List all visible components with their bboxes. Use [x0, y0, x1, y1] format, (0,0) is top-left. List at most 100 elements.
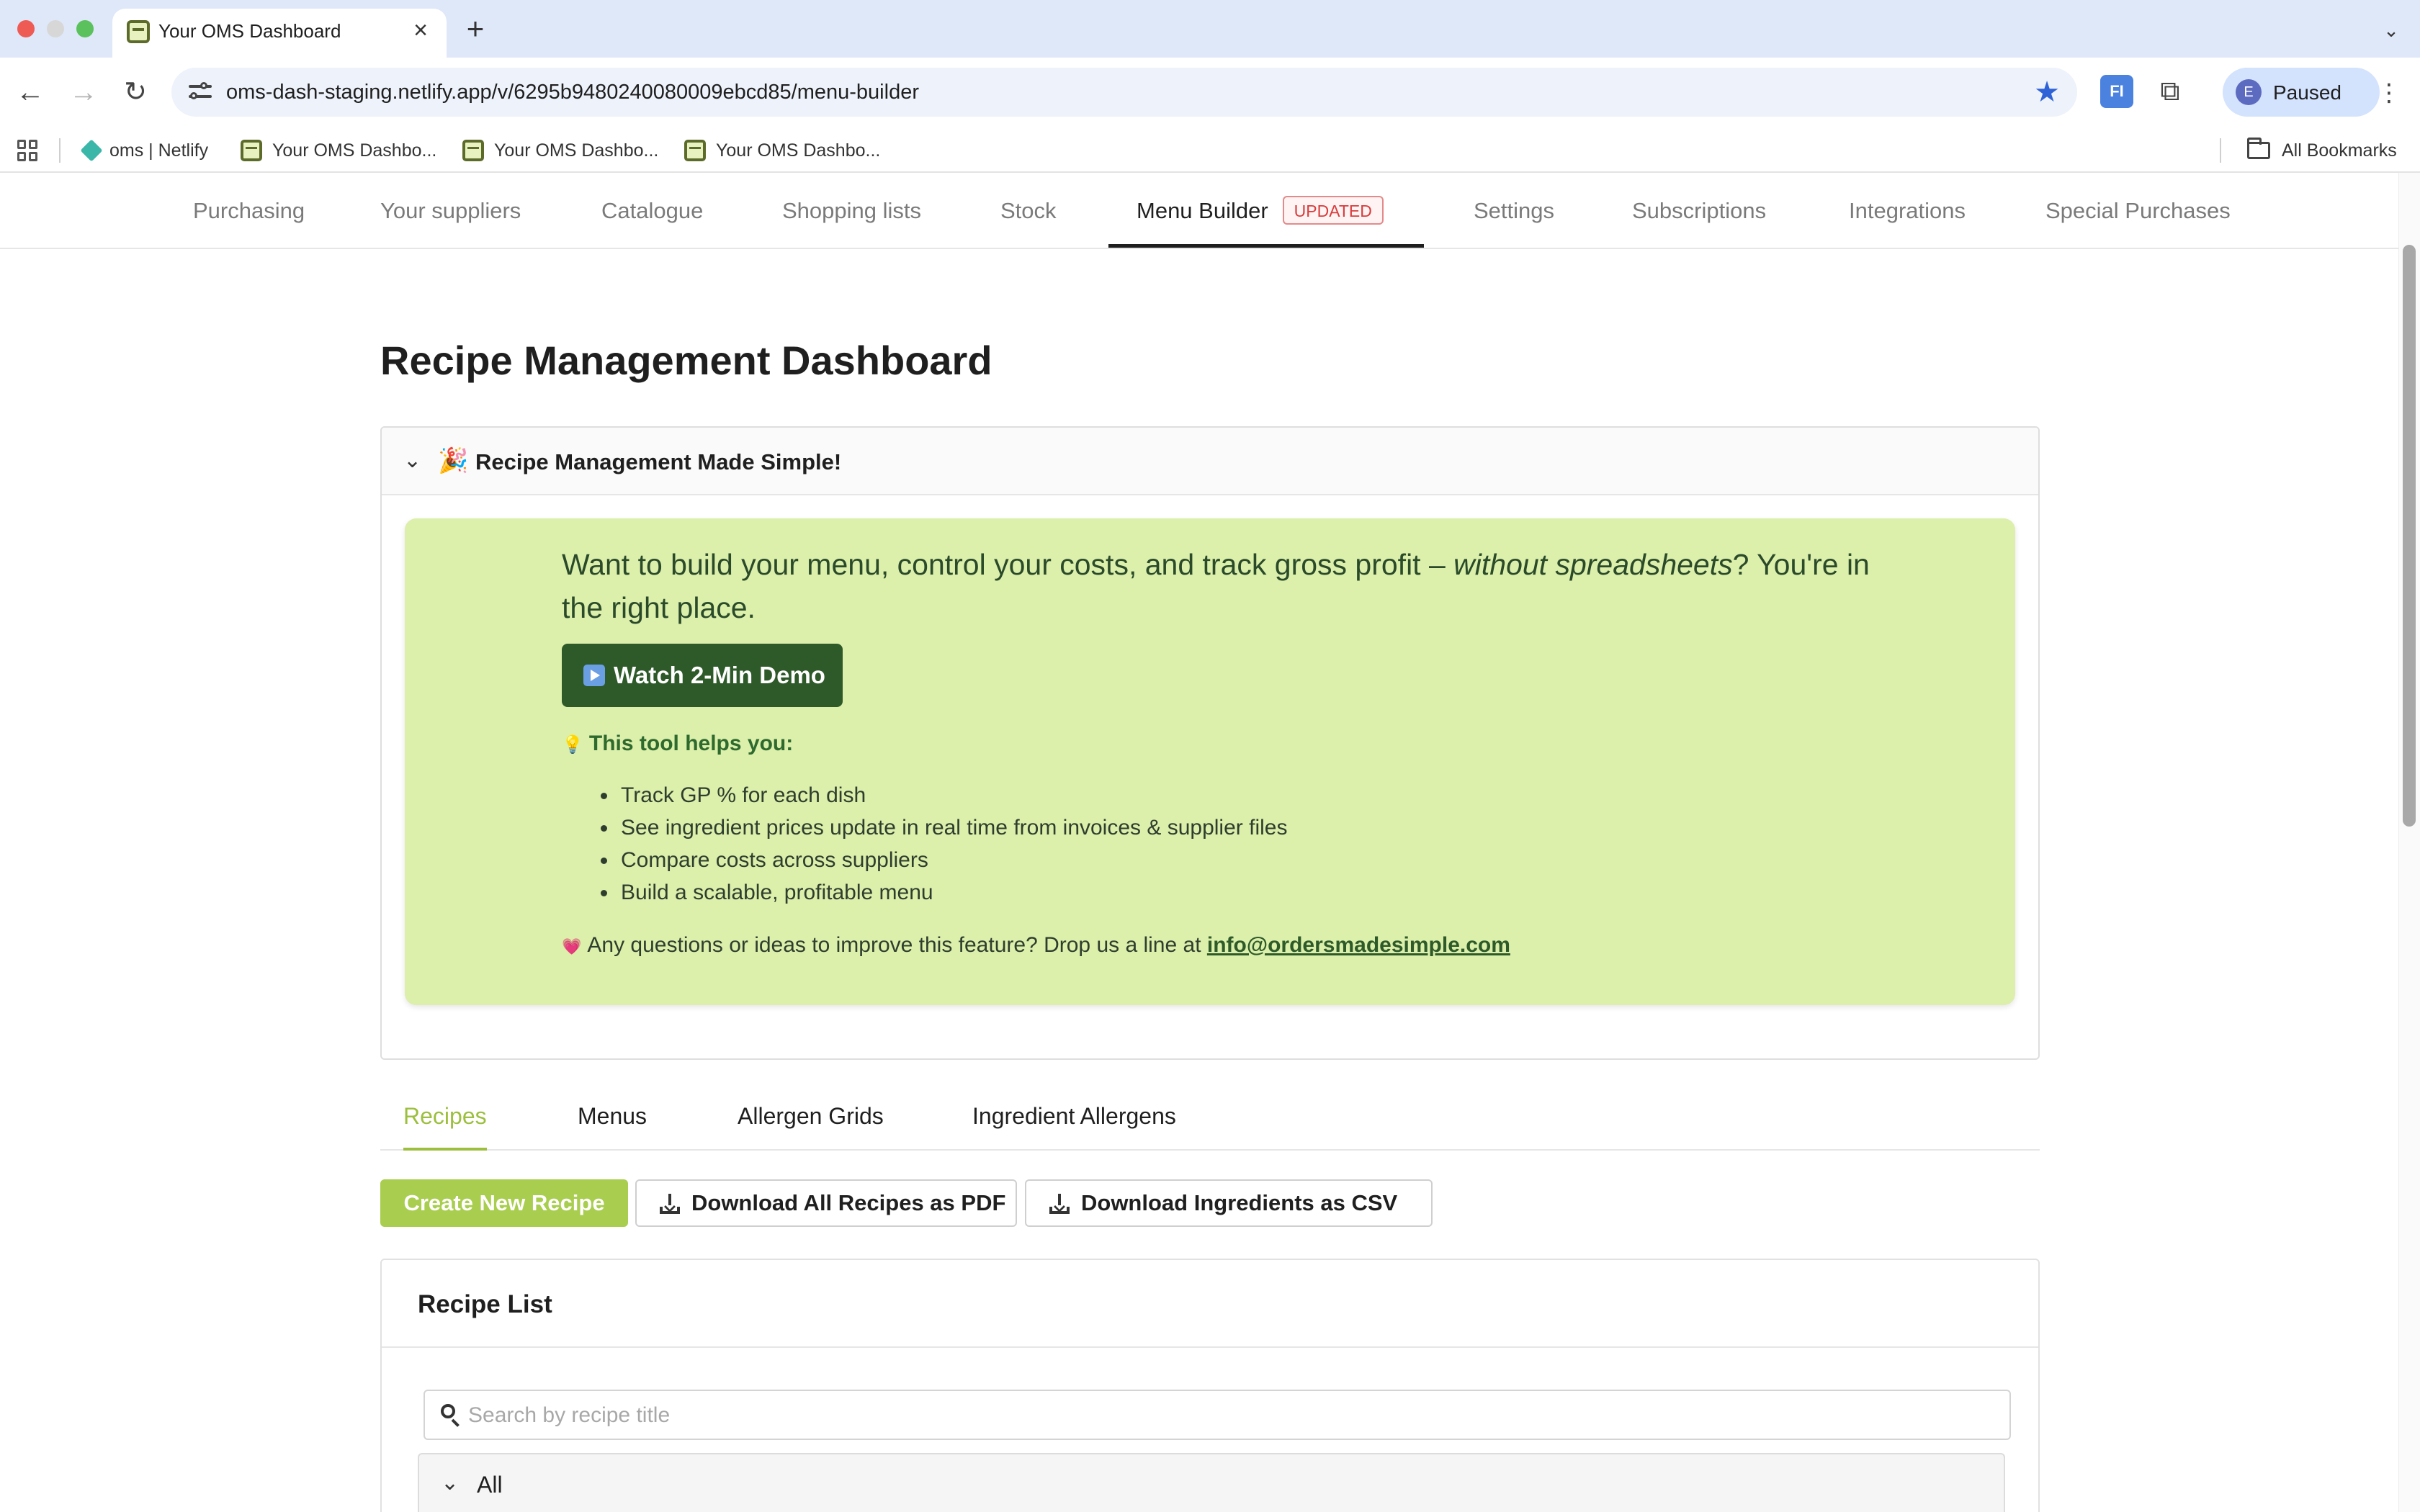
minimize-window-button[interactable] — [47, 20, 64, 37]
bookmark-oms-dashboard-1[interactable]: Your OMS Dashbo... — [241, 137, 436, 164]
recipe-group-all[interactable]: ⌄ All — [418, 1453, 2005, 1512]
intro-lead-text: Want to build your menu, control your co… — [562, 543, 1901, 629]
oms-favicon-icon — [684, 140, 706, 161]
extensions-puzzle-icon[interactable]: ⧉ — [2154, 75, 2187, 108]
new-tab-button[interactable]: + — [461, 13, 490, 45]
bookmarks-divider — [2220, 138, 2221, 163]
divider — [382, 1346, 2038, 1348]
bookmark-oms-dashboard-3[interactable]: Your OMS Dashbo... — [684, 137, 880, 164]
oms-favicon-icon — [462, 140, 484, 161]
browser-tab[interactable]: Your OMS Dashboard × — [112, 9, 447, 58]
page-scrollbar[interactable] — [2398, 173, 2420, 1512]
create-new-recipe-button[interactable]: Create New Recipe — [380, 1179, 628, 1227]
bookmark-label: Your OMS Dashbo... — [494, 140, 659, 161]
intro-banner: Want to build your menu, control your co… — [405, 518, 2015, 1005]
tab-ingredient-allergens[interactable]: Ingredient Allergens — [972, 1086, 1176, 1151]
party-popper-icon: 🎉 — [438, 447, 469, 474]
browser-menu-icon[interactable]: ⋮ — [2377, 75, 2401, 111]
helps-heading: 💡 This tool helps you: — [562, 732, 793, 756]
page-title: Recipe Management Dashboard — [380, 338, 992, 383]
contact-line: 💗 Any questions or ideas to improve this … — [562, 933, 1510, 958]
contact-text: Any questions or ideas to improve this f… — [587, 933, 1207, 957]
close-tab-icon[interactable]: × — [408, 17, 434, 43]
nav-subscriptions[interactable]: Subscriptions — [1632, 173, 1766, 249]
download-icon — [1049, 1194, 1070, 1214]
download-pdf-label: Download All Recipes as PDF — [691, 1190, 1006, 1215]
nav-menu-builder-label: Menu Builder — [1137, 198, 1268, 223]
intro-accordion: ⌄ 🎉 Recipe Management Made Simple! Want … — [380, 426, 2040, 1060]
url-text[interactable]: oms-dash-staging.netlify.app/v/6295b9480… — [226, 81, 919, 104]
oms-favicon-icon — [241, 140, 262, 161]
tab-recipes[interactable]: Recipes — [403, 1086, 487, 1151]
bookmarks-divider — [59, 138, 60, 163]
close-window-button[interactable] — [17, 20, 35, 37]
main-navigation: Purchasing Your suppliers Catalogue Shop… — [0, 173, 2398, 249]
tab-menus[interactable]: Menus — [578, 1086, 647, 1151]
heart-icon: 💗 — [562, 937, 582, 955]
site-settings-icon[interactable] — [186, 78, 215, 107]
list-item: See ingredient prices update in real tim… — [601, 811, 1287, 844]
updated-badge: UPDATED — [1282, 195, 1384, 225]
screen: Your OMS Dashboard × + ⌄ ← → ↻ oms-dash-… — [0, 0, 2420, 1512]
search-icon — [441, 1404, 460, 1427]
lead-text-emphasis: without spreadsheets — [1453, 548, 1733, 581]
folder-icon — [2247, 138, 2270, 159]
recipe-search — [424, 1390, 2011, 1440]
nav-settings[interactable]: Settings — [1474, 173, 1554, 249]
profile-status-label: Paused — [2273, 81, 2341, 104]
recipe-list-title: Recipe List — [418, 1290, 552, 1318]
nav-stock[interactable]: Stock — [1000, 173, 1057, 249]
download-pdf-button[interactable]: Download All Recipes as PDF — [635, 1179, 1017, 1227]
search-input[interactable] — [468, 1398, 1995, 1433]
watch-demo-button[interactable]: Watch 2-Min Demo — [562, 644, 843, 707]
bookmark-netlify[interactable]: oms | Netlify — [80, 137, 209, 164]
helps-heading-text: This tool helps you: — [588, 732, 794, 755]
list-item: Build a scalable, profitable menu — [601, 876, 1287, 909]
lead-text-start: Want to build your menu, control your co… — [562, 548, 1454, 581]
back-arrow-icon[interactable]: ← — [12, 73, 49, 111]
intro-accordion-header[interactable]: ⌄ 🎉 Recipe Management Made Simple! — [382, 428, 2038, 495]
web-page: Purchasing Your suppliers Catalogue Shop… — [0, 173, 2420, 1512]
address-bar[interactable]: oms-dash-staging.netlify.app/v/6295b9480… — [171, 68, 2077, 117]
chevron-down-icon: ⌄ — [403, 449, 422, 472]
watch-demo-label: Watch 2-Min Demo — [614, 662, 825, 688]
list-item: Track GP % for each dish — [601, 779, 1287, 811]
nav-special-purchases[interactable]: Special Purchases — [2045, 173, 2231, 249]
nav-purchasing[interactable]: Purchasing — [193, 173, 305, 249]
nav-catalogue[interactable]: Catalogue — [601, 173, 703, 249]
tab-search-chevron-icon[interactable]: ⌄ — [2377, 16, 2406, 45]
recipe-list-card: Recipe List ⌄ All — [380, 1259, 2040, 1512]
recipe-group-label: All — [477, 1472, 503, 1498]
profile-button[interactable]: E Paused — [2223, 68, 2380, 117]
contact-email-link[interactable]: info@ordersmadesimple.com — [1207, 933, 1510, 957]
bookmark-label: Your OMS Dashbo... — [716, 140, 881, 161]
download-icon — [660, 1194, 680, 1214]
play-icon — [583, 665, 605, 686]
tab-allergen-grids[interactable]: Allergen Grids — [738, 1086, 884, 1151]
apps-grid-icon[interactable] — [17, 140, 39, 161]
download-csv-button[interactable]: Download Ingredients as CSV — [1025, 1179, 1433, 1227]
nav-integrations[interactable]: Integrations — [1849, 173, 1966, 249]
browser-tab-title: Your OMS Dashboard — [158, 20, 341, 42]
bookmark-oms-dashboard-2[interactable]: Your OMS Dashbo... — [462, 137, 658, 164]
nav-shopping-lists[interactable]: Shopping lists — [782, 173, 921, 249]
extension-fi-icon[interactable]: FI — [2100, 75, 2133, 108]
recipe-tabs: Recipes Menus Allergen Grids Ingredient … — [380, 1086, 2040, 1151]
bookmarks-bar: oms | Netlify Your OMS Dashbo... Your OM… — [0, 127, 2420, 173]
chevron-down-icon: ⌄ — [441, 1471, 460, 1495]
avatar: E — [2236, 79, 2262, 105]
bookmark-label: oms | Netlify — [109, 140, 209, 161]
bookmark-star-icon[interactable]: ★ — [2034, 76, 2060, 108]
all-bookmarks-button[interactable]: All Bookmarks — [2247, 137, 2397, 164]
nav-menu-builder[interactable]: Menu Builder UPDATED — [1108, 173, 1424, 248]
browser-tab-strip: Your OMS Dashboard × + ⌄ — [0, 0, 2420, 58]
maximize-window-button[interactable] — [76, 20, 94, 37]
oms-favicon-icon — [127, 20, 150, 43]
forward-arrow-icon[interactable]: → — [65, 73, 102, 111]
nav-your-suppliers[interactable]: Your suppliers — [380, 173, 521, 249]
lightbulb-icon: 💡 — [562, 735, 583, 755]
reload-icon[interactable]: ↻ — [117, 73, 154, 111]
scrollbar-thumb[interactable] — [2403, 245, 2416, 827]
list-item: Compare costs across suppliers — [601, 844, 1287, 876]
intro-accordion-title: Recipe Management Made Simple! — [475, 449, 842, 474]
